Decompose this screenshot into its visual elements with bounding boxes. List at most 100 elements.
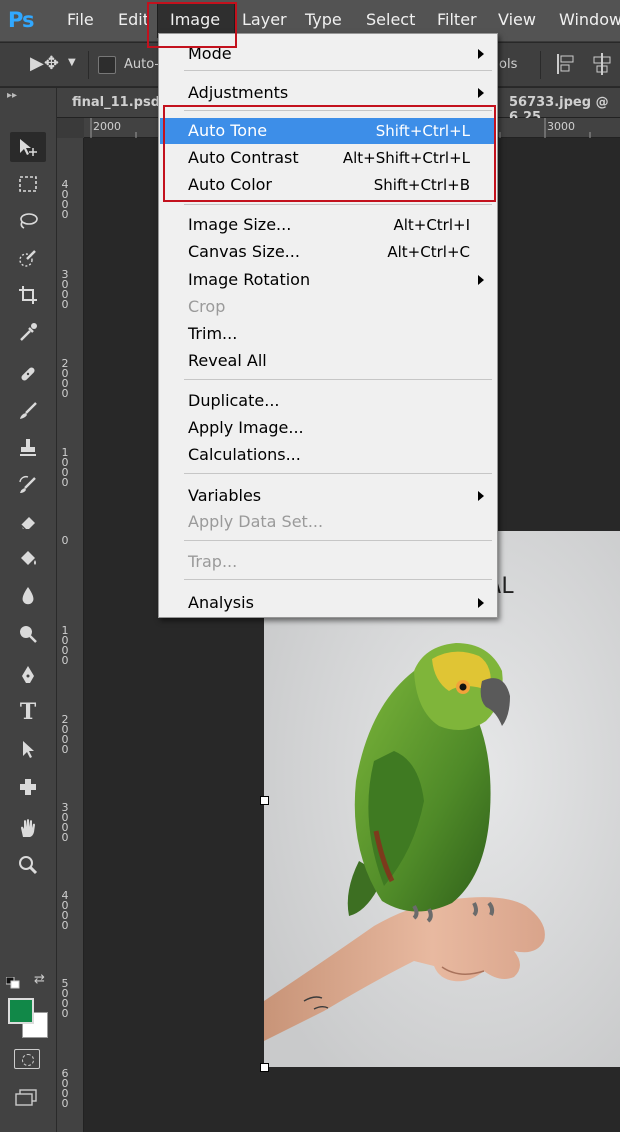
- auto-select-label: Auto-: [124, 57, 160, 72]
- swap-colors-icon[interactable]: ⇄: [34, 972, 45, 987]
- ruler-vertical: 4000 3000 2000 1000 0 1000 2000 3000 400…: [57, 138, 84, 1132]
- path-selection-tool-icon[interactable]: [10, 734, 46, 764]
- menu-item-apply-image[interactable]: Apply Image...: [160, 415, 496, 441]
- history-brush-tool-icon[interactable]: [10, 470, 46, 500]
- transform-handle[interactable]: [260, 796, 269, 805]
- menu-item-label: Trim...: [188, 324, 238, 343]
- menu-edit[interactable]: Edit: [118, 10, 149, 29]
- menu-item-label: Canvas Size...: [188, 242, 300, 261]
- menu-window[interactable]: Window: [559, 10, 620, 29]
- menu-item-shortcut: Alt+Ctrl+I: [393, 216, 470, 234]
- pen-tool-icon[interactable]: [10, 660, 46, 690]
- menu-item-label: Reveal All: [188, 351, 267, 370]
- menu-item-image-rotation[interactable]: Image Rotation: [160, 267, 496, 293]
- menu-item-label: Trap...: [188, 552, 238, 571]
- ruler-label: 4000: [61, 178, 69, 221]
- ruler-label: 4000: [61, 889, 69, 932]
- menu-separator: [184, 379, 492, 380]
- menu-file[interactable]: File: [67, 10, 94, 29]
- tab-final-11[interactable]: final_11.psd: [72, 95, 160, 110]
- menu-item-duplicate[interactable]: Duplicate...: [160, 388, 496, 414]
- menu-item-label: Apply Image...: [188, 418, 304, 437]
- menu-item-image-size[interactable]: Image Size... Alt+Ctrl+I: [160, 212, 496, 238]
- submenu-arrow-icon: [478, 88, 484, 98]
- menu-item-label: Apply Data Set...: [188, 512, 324, 531]
- menu-select[interactable]: Select: [366, 10, 415, 29]
- blur-tool-icon[interactable]: [10, 581, 46, 611]
- paint-bucket-tool-icon[interactable]: [10, 544, 46, 574]
- ruler-corner: [57, 118, 84, 138]
- crop-tool-icon[interactable]: [10, 280, 46, 310]
- menu-item-analysis[interactable]: Analysis: [160, 590, 496, 616]
- eyedropper-tool-icon[interactable]: [10, 317, 46, 347]
- menu-view[interactable]: View: [498, 10, 536, 29]
- quick-selection-tool-icon[interactable]: [10, 243, 46, 273]
- ruler-label: 3000: [547, 120, 575, 133]
- ruler-label: 3000: [61, 801, 69, 844]
- menu-separator: [184, 473, 492, 474]
- submenu-arrow-icon: [478, 49, 484, 59]
- menu-item-label: Crop: [188, 297, 226, 316]
- menu-item-apply-data-set: Apply Data Set...: [160, 509, 496, 535]
- tools-panel: ▸▸ T ⇄: [0, 88, 57, 1132]
- move-tool-icon[interactable]: [10, 132, 46, 162]
- photoshop-logo: Ps: [8, 8, 35, 32]
- chevron-down-icon[interactable]: ▼: [68, 57, 76, 68]
- move-tool-icon[interactable]: ▶✥: [30, 53, 59, 74]
- healing-brush-tool-icon[interactable]: [10, 359, 46, 389]
- menu-layer[interactable]: Layer: [242, 10, 287, 29]
- zoom-tool-icon[interactable]: [10, 850, 46, 880]
- menu-item-canvas-size[interactable]: Canvas Size... Alt+Ctrl+C: [160, 239, 496, 265]
- ruler-label: 1000: [61, 624, 69, 667]
- menu-item-variables[interactable]: Variables: [160, 483, 496, 509]
- ruler-label: 5000: [61, 977, 69, 1020]
- marquee-tool-icon[interactable]: [10, 169, 46, 199]
- menu-item-reveal-all[interactable]: Reveal All: [160, 348, 496, 374]
- annotation-highlight-auto-commands: [163, 105, 496, 202]
- menu-item-label: Variables: [188, 486, 262, 505]
- auto-select-checkbox[interactable]: [98, 56, 116, 74]
- menu-item-label: Calculations...: [188, 445, 301, 464]
- ruler-label: 2000: [93, 120, 121, 133]
- custom-shape-tool-icon[interactable]: [10, 771, 46, 801]
- ruler-label: 2000: [61, 713, 69, 756]
- annotation-highlight-image-menu: [147, 2, 237, 48]
- dodge-tool-icon[interactable]: [10, 618, 46, 648]
- menu-separator: [184, 579, 492, 580]
- menu-item-trap: Trap...: [160, 549, 496, 575]
- collapse-panel-icon[interactable]: ▸▸: [7, 90, 17, 101]
- lasso-tool-icon[interactable]: [10, 206, 46, 236]
- menu-item-label: Image Rotation: [188, 270, 311, 289]
- menu-item-calculations[interactable]: Calculations...: [160, 442, 496, 468]
- hand-tool-icon[interactable]: [10, 813, 46, 843]
- transform-handle[interactable]: [260, 1063, 269, 1072]
- menu-item-label: Adjustments: [188, 83, 289, 102]
- eraser-tool-icon[interactable]: [10, 507, 46, 537]
- screen-mode-icon[interactable]: [14, 1088, 40, 1108]
- submenu-arrow-icon: [478, 598, 484, 608]
- menu-item-label: Duplicate...: [188, 391, 280, 410]
- clone-stamp-tool-icon[interactable]: [10, 433, 46, 463]
- transform-controls-label: ols: [499, 57, 518, 72]
- ruler-label: 1000: [61, 446, 69, 489]
- ruler-label: 6000: [61, 1067, 69, 1110]
- photoshop-window: Ps File Edit Image Layer Type Select Fil…: [0, 0, 620, 1132]
- foreground-color-swatch[interactable]: [8, 998, 34, 1024]
- ruler-label: 2000: [61, 357, 69, 400]
- default-colors-icon[interactable]: [5, 974, 20, 989]
- align-top-icon[interactable]: [555, 51, 577, 77]
- align-center-icon[interactable]: [590, 51, 614, 77]
- menu-item-label: Image Size...: [188, 215, 292, 234]
- options-divider: [540, 51, 541, 79]
- menu-item-shortcut: Alt+Ctrl+C: [387, 243, 470, 261]
- menu-item-adjustments[interactable]: Adjustments: [160, 80, 496, 106]
- brush-tool-icon[interactable]: [10, 396, 46, 426]
- submenu-arrow-icon: [478, 491, 484, 501]
- menu-item-trim[interactable]: Trim...: [160, 321, 496, 347]
- ruler-label: 0: [61, 534, 69, 547]
- menu-type[interactable]: Type: [305, 10, 342, 29]
- menu-filter[interactable]: Filter: [437, 10, 477, 29]
- quick-mask-icon[interactable]: [14, 1049, 40, 1069]
- type-tool-icon[interactable]: T: [10, 697, 46, 727]
- menu-separator: [184, 540, 492, 541]
